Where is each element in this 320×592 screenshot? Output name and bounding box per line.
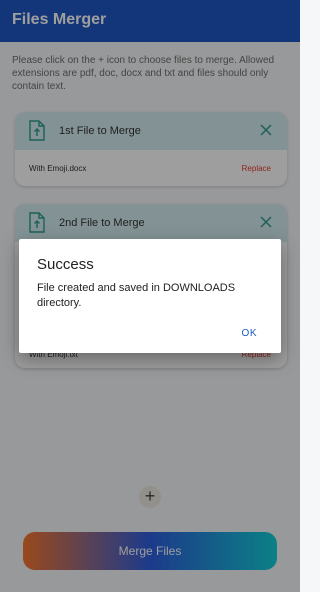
ok-button[interactable]: OK: [242, 328, 257, 339]
success-dialog: Success File created and saved in DOWNLO…: [19, 239, 281, 353]
dialog-title: Success: [37, 256, 94, 273]
dialog-message: File created and saved in DOWNLOADS dire…: [37, 282, 236, 309]
